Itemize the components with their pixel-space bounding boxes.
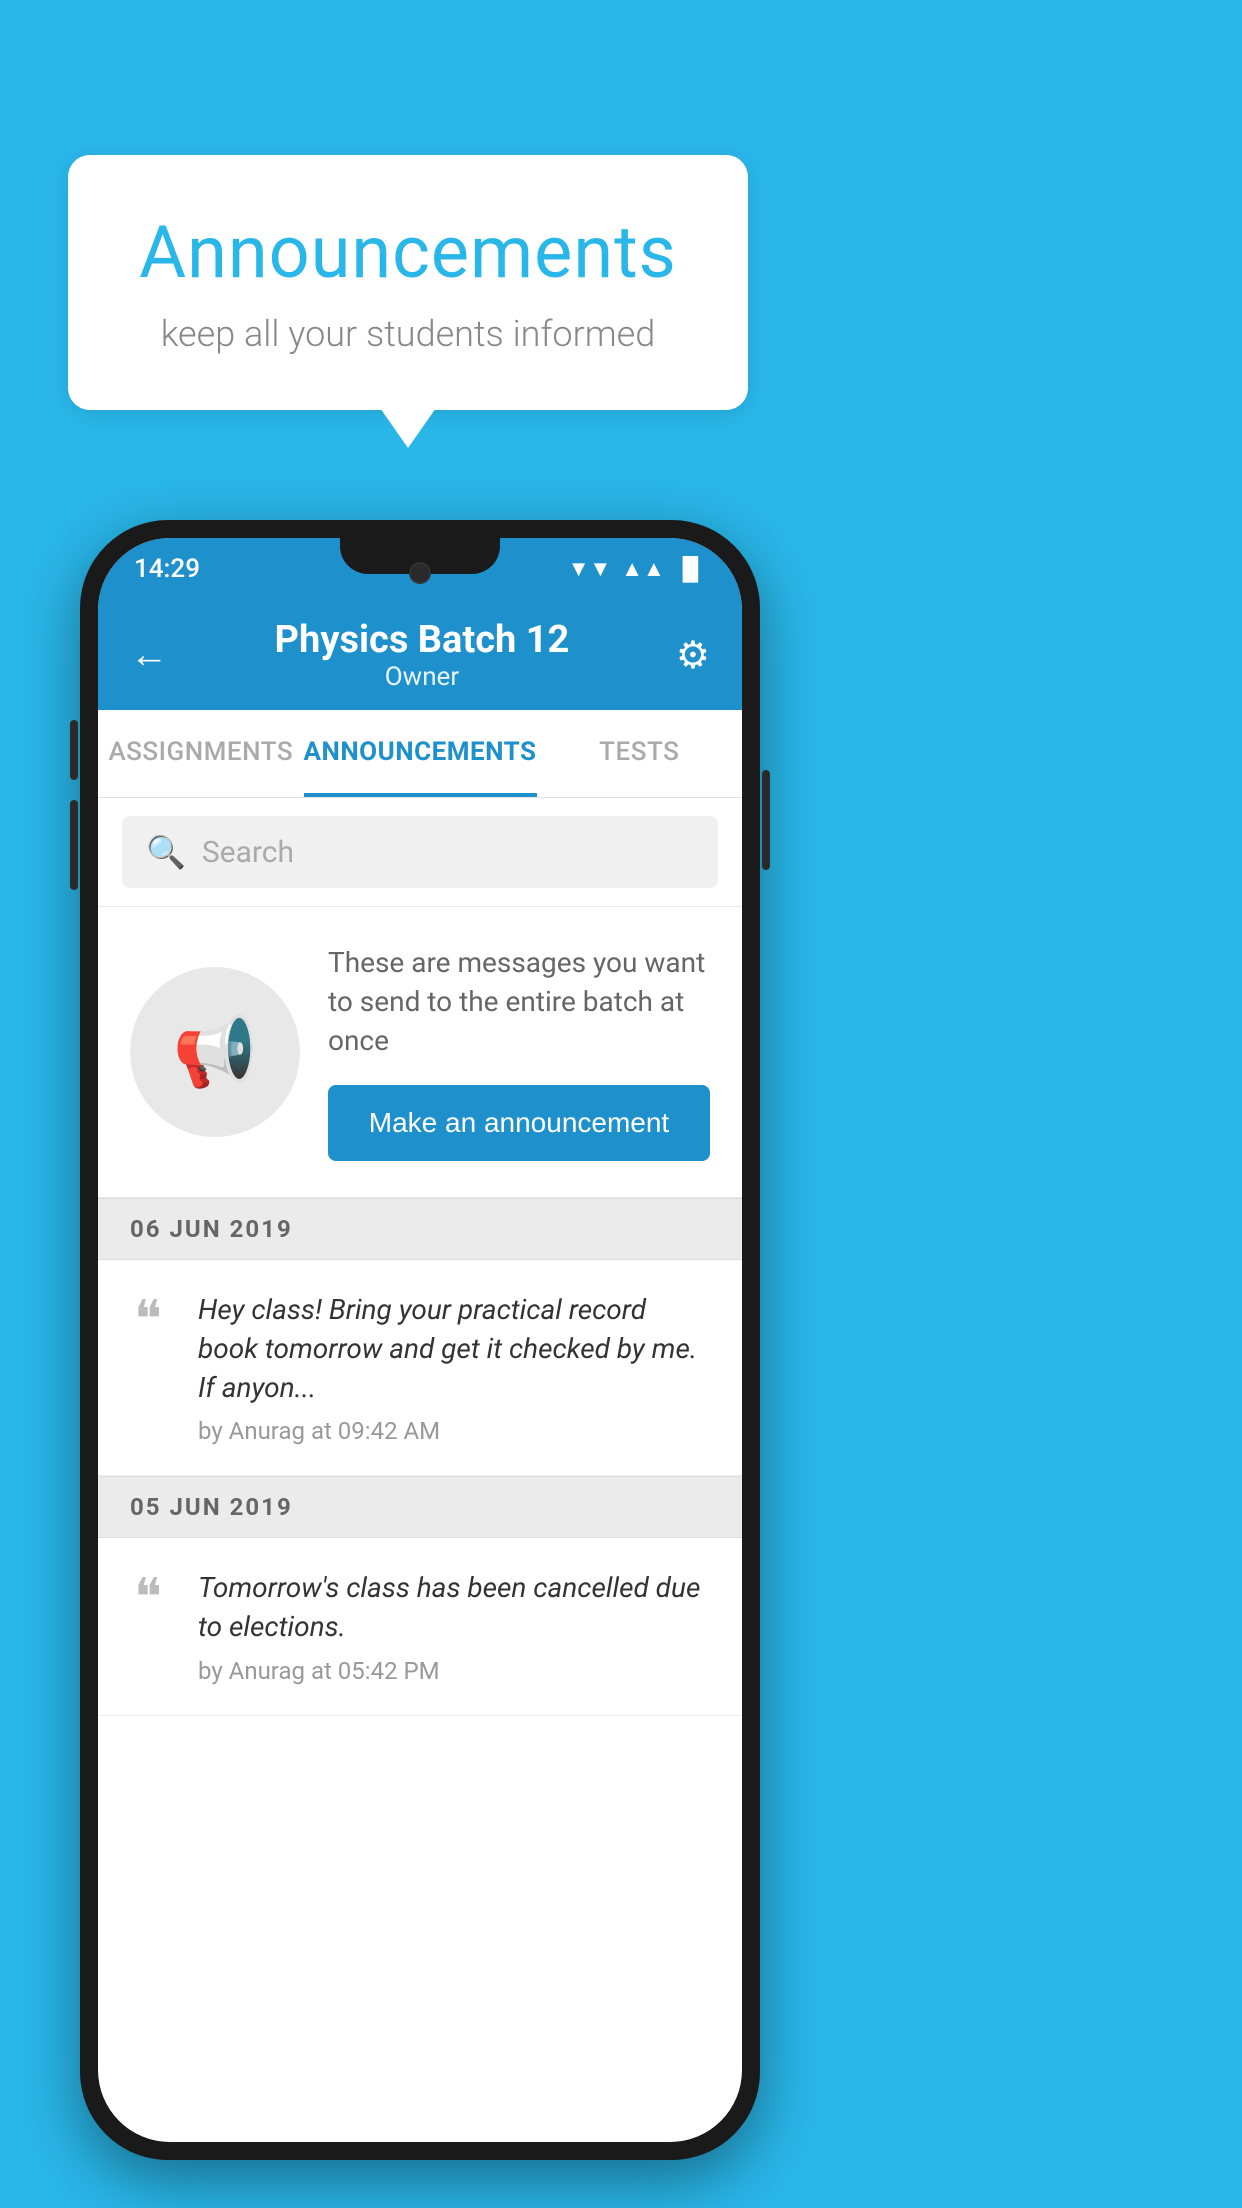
announcement-item-1[interactable]: ❝ Hey class! Bring your practical record… bbox=[98, 1260, 742, 1477]
announcement-content-2: Tomorrow's class has been cancelled due … bbox=[198, 1568, 710, 1684]
promo-section: 📢 These are messages you want to send to… bbox=[98, 907, 742, 1198]
volume-down-button bbox=[70, 800, 78, 890]
search-box[interactable]: 🔍 Search bbox=[122, 816, 718, 888]
promo-text: These are messages you want to send to t… bbox=[328, 943, 710, 1061]
content-area: 🔍 Search 📢 These are messages you want t… bbox=[98, 798, 742, 1716]
tab-tests[interactable]: TESTS bbox=[537, 710, 743, 797]
phone-mockup: 14:29 ▼▼ ▲▲ ▐▌ ← Physics Batch 12 Owner … bbox=[80, 520, 760, 2160]
volume-up-button bbox=[70, 720, 78, 780]
promo-content: These are messages you want to send to t… bbox=[328, 943, 710, 1161]
megaphone-icon: 📢 bbox=[173, 1012, 258, 1092]
status-icons: ▼▼ ▲▲ ▐▌ bbox=[568, 556, 706, 582]
announcement-meta-1: by Anurag at 09:42 AM bbox=[198, 1417, 710, 1445]
settings-icon[interactable]: ⚙ bbox=[676, 633, 710, 678]
wifi-icon: ▼▼ bbox=[568, 556, 612, 582]
announcement-item-2[interactable]: ❝ Tomorrow's class has been cancelled du… bbox=[98, 1538, 742, 1715]
speech-bubble-container: Announcements keep all your students inf… bbox=[68, 155, 748, 410]
date-separator-2: 05 JUN 2019 bbox=[98, 1476, 742, 1538]
app-bar-title-group: Physics Batch 12 Owner bbox=[168, 618, 676, 692]
phone-camera bbox=[409, 562, 431, 584]
phone-outer: 14:29 ▼▼ ▲▲ ▐▌ ← Physics Batch 12 Owner … bbox=[80, 520, 760, 2160]
signal-icon: ▲▲ bbox=[621, 556, 665, 582]
search-placeholder: Search bbox=[202, 835, 294, 870]
tab-announcements[interactable]: ANNOUNCEMENTS bbox=[304, 710, 537, 797]
announcement-meta-2: by Anurag at 05:42 PM bbox=[198, 1657, 710, 1685]
phone-screen: 14:29 ▼▼ ▲▲ ▐▌ ← Physics Batch 12 Owner … bbox=[98, 538, 742, 2142]
app-bar-title: Physics Batch 12 bbox=[168, 618, 676, 662]
status-time: 14:29 bbox=[134, 554, 200, 584]
announcement-text-2: Tomorrow's class has been cancelled due … bbox=[198, 1568, 710, 1646]
make-announcement-button[interactable]: Make an announcement bbox=[328, 1085, 710, 1161]
app-bar: ← Physics Batch 12 Owner ⚙ bbox=[98, 600, 742, 710]
bubble-subtitle: keep all your students informed bbox=[128, 313, 688, 355]
power-button bbox=[762, 770, 770, 870]
phone-notch bbox=[340, 538, 500, 574]
back-button[interactable]: ← bbox=[130, 633, 168, 677]
quote-icon-2: ❝ bbox=[118, 1572, 178, 1624]
speech-bubble: Announcements keep all your students inf… bbox=[68, 155, 748, 410]
date-separator-1: 06 JUN 2019 bbox=[98, 1198, 742, 1260]
search-icon: 🔍 bbox=[146, 833, 186, 871]
announcement-text-1: Hey class! Bring your practical record b… bbox=[198, 1290, 710, 1408]
announcement-content-1: Hey class! Bring your practical record b… bbox=[198, 1290, 710, 1446]
app-bar-subtitle: Owner bbox=[168, 662, 676, 692]
quote-icon-1: ❝ bbox=[118, 1294, 178, 1346]
bubble-title: Announcements bbox=[128, 210, 688, 295]
tab-bar: ASSIGNMENTS ANNOUNCEMENTS TESTS bbox=[98, 710, 742, 798]
tab-assignments[interactable]: ASSIGNMENTS bbox=[98, 710, 304, 797]
search-container: 🔍 Search bbox=[98, 798, 742, 907]
promo-icon-circle: 📢 bbox=[130, 967, 300, 1137]
battery-icon: ▐▌ bbox=[675, 556, 706, 582]
